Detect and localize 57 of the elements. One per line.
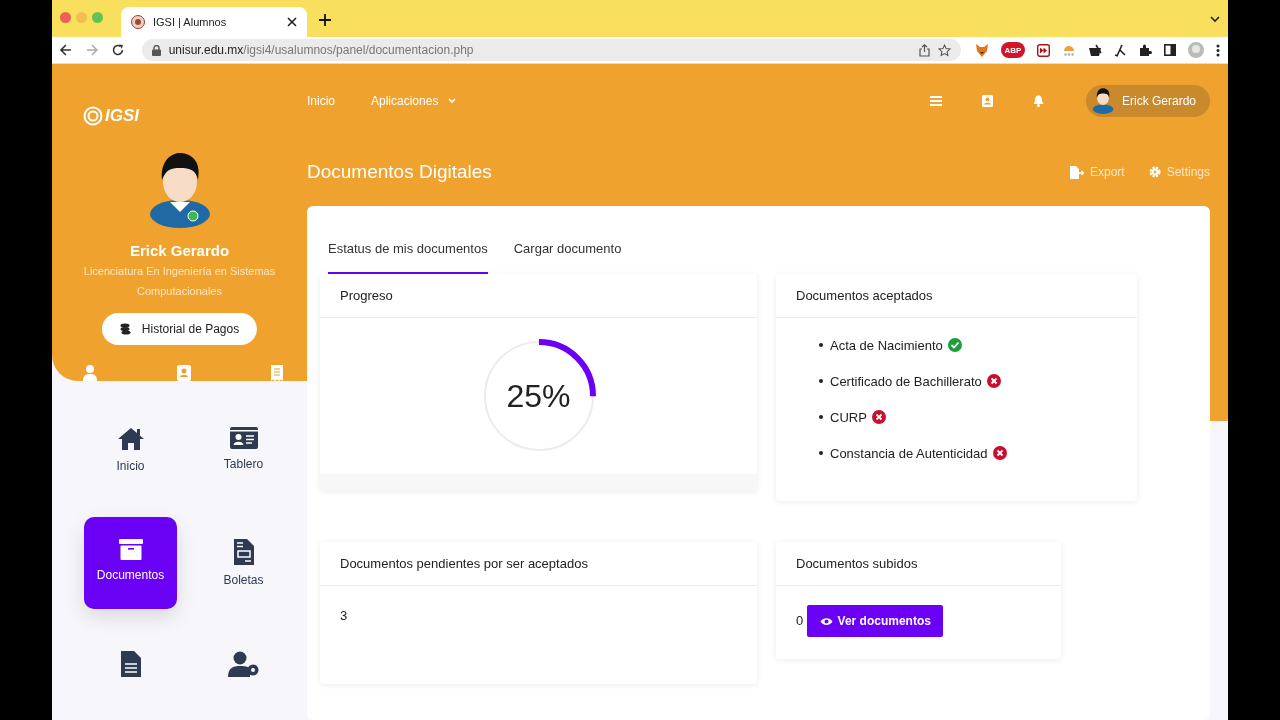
star-icon[interactable]: [938, 43, 951, 57]
sidebar-item[interactable]: Inicio: [84, 405, 177, 497]
bullet-icon: [819, 343, 823, 347]
settings-icon: [1148, 166, 1161, 178]
avatar-icon: [147, 152, 212, 228]
document-name: Certificado de Bachillerato: [830, 373, 982, 389]
document-name: Acta de Nacimiento: [830, 337, 943, 353]
page-title: Documentos Digitales: [307, 161, 492, 183]
sidebar-item[interactable]: Documentos: [84, 517, 177, 609]
id-card-icon: [229, 427, 258, 449]
side-panel-icon[interactable]: [1164, 44, 1176, 56]
more-menu-icon[interactable]: [1216, 43, 1220, 57]
eye-icon: [819, 616, 833, 626]
tab[interactable]: Cargar documento: [513, 241, 622, 274]
coins-icon: [119, 323, 132, 335]
browser-tab[interactable]: IGSI | Alumnos: [121, 7, 307, 37]
bullet-icon: [819, 415, 823, 419]
bullet-icon: [819, 379, 823, 383]
document-name: CURP: [830, 409, 867, 425]
back-icon[interactable]: [60, 44, 72, 56]
chevron-down-icon: [448, 98, 457, 104]
view-documents-button[interactable]: Ver documentos: [807, 605, 944, 637]
tool-icon[interactable]: [1114, 43, 1127, 57]
reload-icon[interactable]: [111, 44, 124, 56]
fast-forward-icon[interactable]: [1037, 43, 1050, 57]
sidebar-item[interactable]: Boletas: [197, 517, 290, 609]
card-title: Documentos aceptados: [796, 288, 933, 303]
site-favicon-icon: [131, 15, 145, 29]
payment-history-button[interactable]: Historial de Pagos: [102, 313, 257, 345]
extensions-icon[interactable]: [1139, 43, 1152, 57]
document-icon: [120, 651, 141, 677]
program-text: Licenciatura En Ingeniería en Sistemas Computacionales: [82, 264, 277, 299]
share-icon[interactable]: [919, 43, 930, 57]
invoice-icon: [233, 539, 254, 565]
user-settings-icon: [227, 651, 260, 677]
address-bar[interactable]: unisur.edu.mx/igsi4/usalumnos/panel/documentacion.php: [141, 39, 961, 61]
progress-reading: 25%: [506, 377, 571, 415]
ad-block-extension[interactable]: ABP: [1001, 42, 1025, 58]
lock-icon: [151, 44, 161, 56]
archive-box-icon: [118, 539, 143, 560]
fox-icon[interactable]: [975, 43, 989, 57]
uploaded-count: 0: [796, 613, 804, 628]
home-icon: [116, 427, 145, 451]
tab-search-icon[interactable]: [1210, 16, 1220, 23]
avatar-icon: [1091, 88, 1114, 114]
card-title: Documentos subidos: [796, 556, 918, 571]
export-icon: [1069, 165, 1084, 179]
card-title: Documentos pendientes por ser aceptados: [340, 556, 588, 571]
pending-count: 3: [340, 608, 348, 623]
sidebar-item[interactable]: Tablero: [197, 405, 290, 497]
bullet-icon: [819, 451, 823, 455]
profile-name: Erick Gerardo: [129, 242, 230, 259]
card-title: Progreso: [340, 288, 393, 303]
new-tab-icon[interactable]: [319, 14, 331, 26]
close-tab-icon[interactable]: [287, 17, 297, 27]
logo-icon: [83, 105, 103, 126]
document-name: Constancia de Autenticidad: [830, 445, 988, 461]
